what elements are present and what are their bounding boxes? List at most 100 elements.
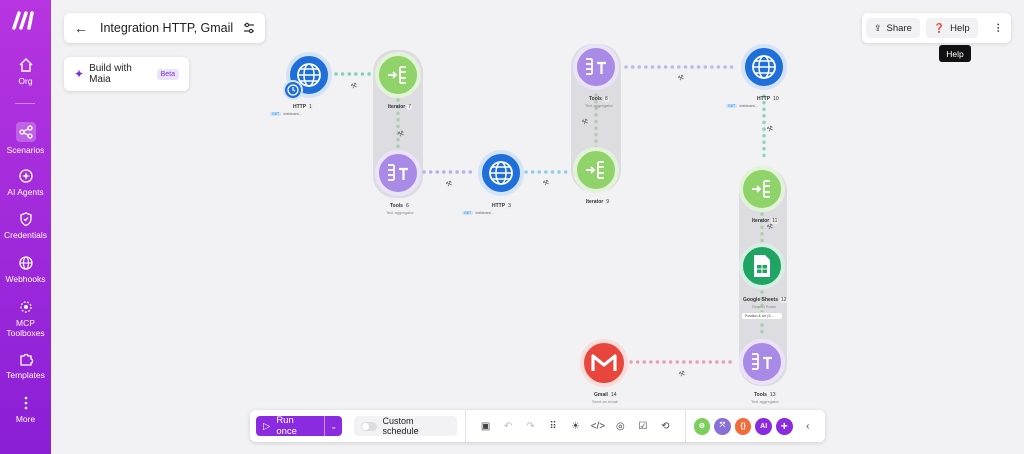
- text-aggregator-icon: [752, 353, 772, 370]
- ai-app-icon[interactable]: AI: [755, 417, 772, 435]
- divider: [684, 410, 686, 442]
- module-badge: 14: [609, 392, 618, 398]
- module-badge: 8: [603, 96, 609, 102]
- module-label: Tools 13: [754, 392, 777, 398]
- custom-schedule-toggle[interactable]: Custom schedule: [353, 416, 458, 436]
- notes-icon[interactable]: ☑: [632, 421, 654, 432]
- redo-icon[interactable]: ↷: [519, 421, 541, 432]
- module-name: Google Sheets: [743, 297, 779, 303]
- share-icon: ⇪: [874, 22, 882, 33]
- iterator-module[interactable]: [739, 166, 785, 212]
- toggle-switch[interactable]: [360, 421, 377, 431]
- iterator-icon: [752, 180, 770, 198]
- method-badge: GET: [270, 112, 282, 116]
- module-badge: 6: [404, 203, 410, 209]
- module-label: Tools 8: [589, 96, 609, 102]
- settings-sliders-icon[interactable]: [243, 22, 255, 34]
- module-name: HTTP: [492, 203, 506, 209]
- help-tooltip: Help: [939, 45, 971, 62]
- module-subtitle: Text aggregator: [386, 210, 414, 215]
- iterator-icon: [388, 66, 406, 84]
- page-title[interactable]: Integration HTTP, Gmail: [100, 21, 243, 35]
- gmail-icon: [591, 354, 617, 371]
- clock-icon: [287, 84, 299, 96]
- module-label: Gmail 14: [594, 392, 618, 398]
- module-label: Tools 6: [390, 203, 410, 209]
- more-options-icon[interactable]: ⋮: [990, 23, 1008, 34]
- module-label: HTTP 10: [757, 96, 780, 102]
- module-badge: 1: [308, 104, 313, 110]
- history-icon[interactable]: ⟲: [654, 421, 676, 432]
- tools-module[interactable]: [573, 44, 619, 90]
- top-actions: ⇪ Share ❓ Help ⋮: [862, 13, 1011, 43]
- http-module[interactable]: [478, 150, 524, 196]
- clock-trigger-icon[interactable]: [283, 80, 303, 100]
- iterator-module[interactable]: [375, 52, 421, 98]
- beta-badge: Beta: [156, 68, 179, 80]
- iterator-module[interactable]: [573, 147, 619, 193]
- help-button[interactable]: ❓ Help: [925, 18, 978, 38]
- grid-icon[interactable]: ⠿: [542, 421, 564, 432]
- module-badge: 13: [768, 392, 777, 398]
- method-badge: GET: [462, 211, 474, 215]
- module-subtitle: Send an email: [592, 399, 618, 404]
- tools-module[interactable]: [375, 150, 421, 196]
- settings-app-icon[interactable]: ⚙: [693, 417, 711, 435]
- build-with-maia-button[interactable]: ✦ Build with Maia Beta: [64, 57, 189, 91]
- globe-icon: [489, 161, 513, 185]
- module-label: HTTP 1: [293, 104, 313, 110]
- google-sheets-icon: [754, 255, 770, 277]
- back-arrow-icon[interactable]: ←: [74, 20, 88, 36]
- scenario-header: ← Integration HTTP, Gmail: [64, 13, 265, 43]
- module-label: HTTP 3: [492, 203, 512, 209]
- module-name: Tools: [390, 203, 403, 209]
- schedule-label: Custom schedule: [382, 416, 419, 436]
- run-dropdown-chevron-icon[interactable]: ⌄: [324, 416, 342, 436]
- text-aggregator-icon: [586, 58, 606, 75]
- globe-icon: [752, 55, 776, 79]
- share-label: Share: [886, 22, 912, 34]
- add-app-button[interactable]: +: [775, 417, 793, 435]
- method-badge: GET: [726, 104, 738, 108]
- google-sheets-module[interactable]: [739, 243, 785, 289]
- module-name: Iterator: [586, 199, 604, 205]
- run-label: Run once: [276, 415, 297, 437]
- save-icon[interactable]: ▣: [474, 421, 496, 432]
- module-name: HTTP: [757, 96, 771, 102]
- module-name: Iterator: [388, 104, 406, 110]
- play-icon: ▷: [263, 420, 271, 432]
- chevron-left-icon[interactable]: ‹: [797, 421, 819, 432]
- sparkle-icon: ✦: [74, 67, 85, 81]
- help-icon: ❓: [933, 22, 946, 33]
- code-icon[interactable]: </>: [587, 421, 609, 432]
- module-name: Tools: [754, 392, 767, 398]
- flow-app-icon[interactable]: ⤧: [714, 417, 731, 435]
- module-badge: 10: [772, 96, 780, 102]
- target-icon[interactable]: ◎: [609, 421, 631, 432]
- sheet-selector[interactable]: Position & Url (S...: [741, 312, 783, 320]
- module-label: Google Sheets 12: [743, 297, 788, 303]
- gmail-module[interactable]: [580, 339, 628, 387]
- lightbulb-icon[interactable]: ☀: [564, 421, 586, 432]
- brackets-app-icon[interactable]: {}: [734, 417, 752, 435]
- module-name: Gmail: [594, 392, 608, 398]
- module-subtitle: Text aggregator: [585, 103, 613, 108]
- module-badge: 12: [780, 297, 788, 303]
- tools-module[interactable]: [739, 339, 785, 385]
- module-label: Iterator 11: [752, 218, 779, 224]
- undo-icon[interactable]: ↶: [497, 421, 519, 432]
- module-label: Iterator 9: [586, 199, 611, 205]
- module-name: Tools: [589, 96, 602, 102]
- text-aggregator-icon: [388, 164, 408, 181]
- module-name: HTTP: [293, 104, 307, 110]
- module-url: GET/webinars/...: [726, 104, 758, 108]
- module-subtitle: Text aggregator: [751, 399, 779, 404]
- module-subtitle: Search Rows: [752, 304, 776, 309]
- share-button[interactable]: ⇪ Share: [866, 18, 920, 38]
- scenario-toolbar: ▷ Run once ⌄ Custom schedule ▣ ↶ ↷ ⠿ ☀ </…: [250, 410, 825, 442]
- module-url: GET/webinars/...: [270, 112, 302, 116]
- module-badge: 9: [605, 199, 611, 205]
- module-badge: 7: [407, 104, 413, 110]
- http-module[interactable]: [741, 44, 787, 90]
- run-once-button[interactable]: ▷ Run once ⌄: [256, 415, 342, 437]
